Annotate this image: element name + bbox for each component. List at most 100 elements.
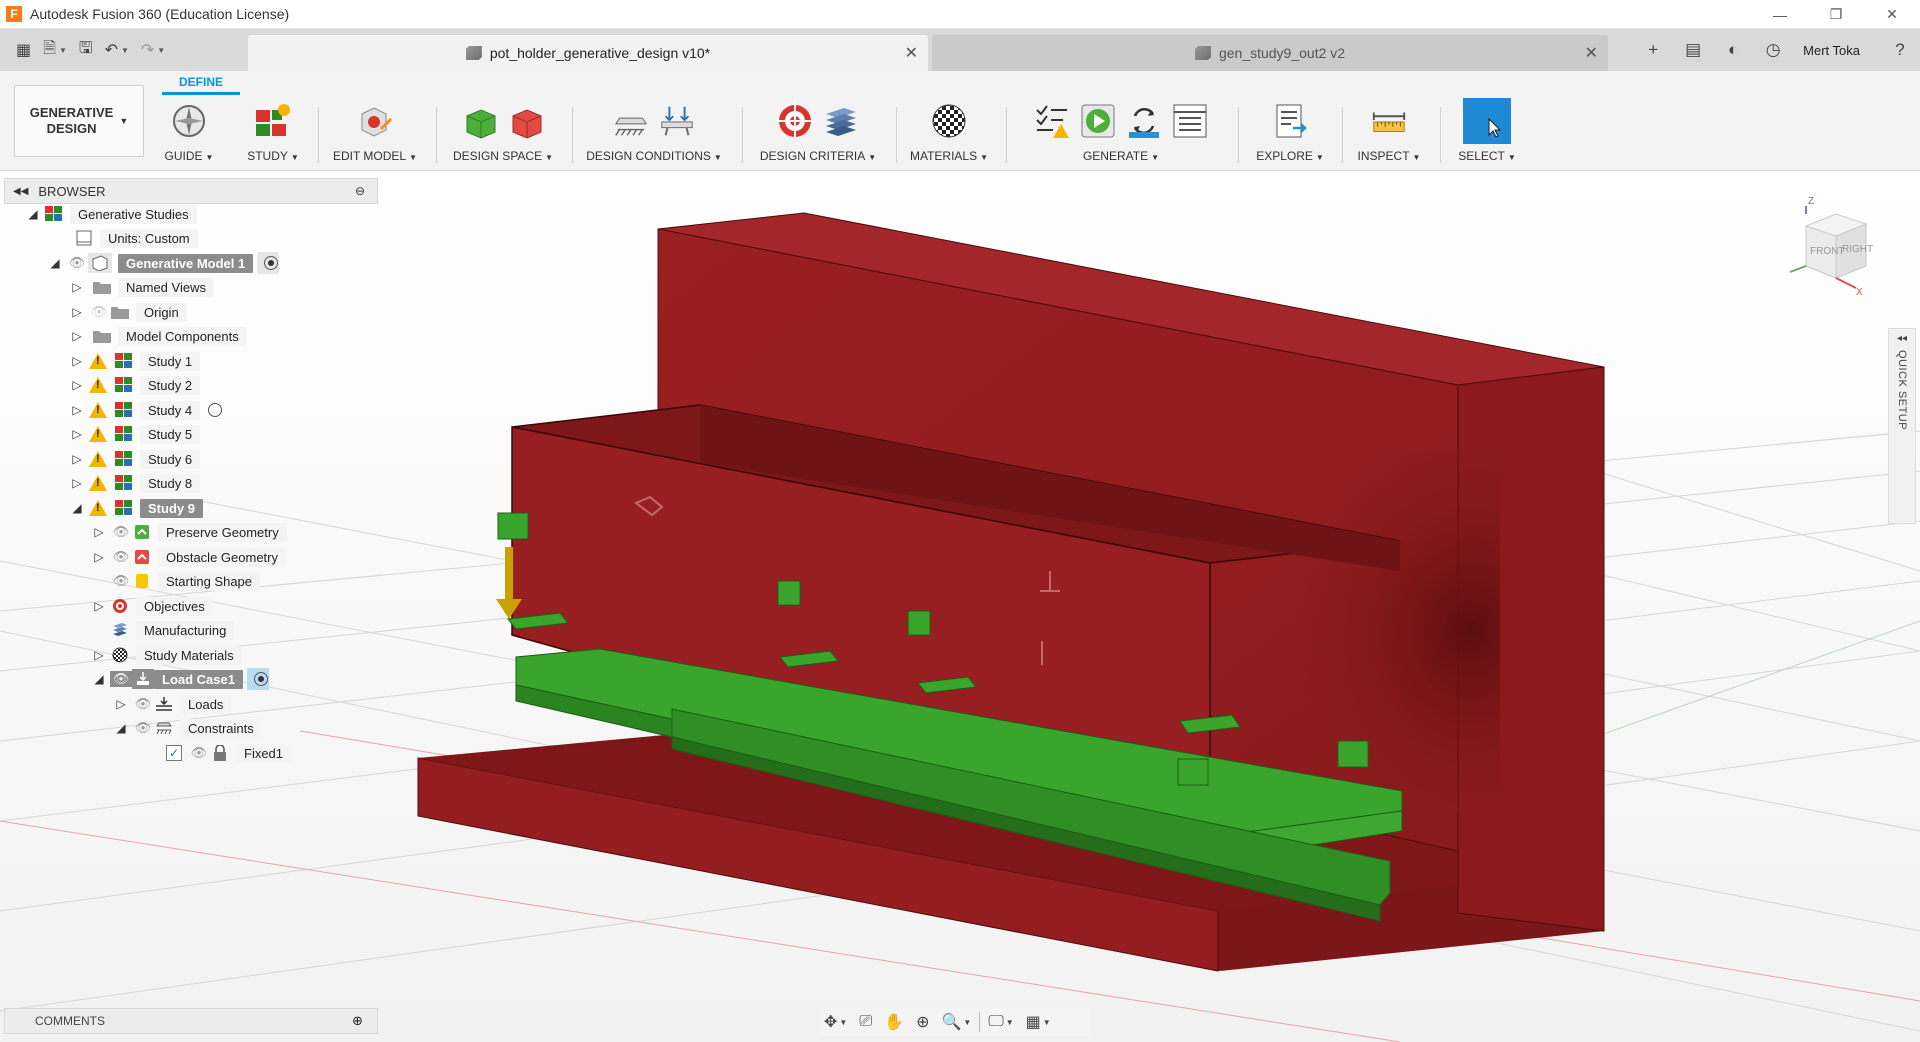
expand-triangle-icon[interactable]: ▷ [66, 280, 88, 294]
activate-load-case-radio[interactable] [246, 668, 269, 690]
pin-panel-icon[interactable]: ⊖ [355, 184, 365, 198]
expand-triangle-icon[interactable]: ▷ [88, 648, 110, 662]
display-settings-button[interactable]: 🖵 ▼ [984, 1009, 1017, 1035]
undo-button[interactable]: ↶ ▼ [99, 36, 135, 64]
expand-triangle-icon[interactable]: ▷ [110, 697, 132, 711]
tree-manufacturing[interactable]: Manufacturing [110, 618, 235, 642]
browser-header[interactable]: ◀◀ BROWSER ⊖ [4, 178, 378, 204]
ribbon-group-design-criteria[interactable]: DESIGN CRITERIA ▼ [756, 99, 880, 169]
collapse-triangle-icon[interactable]: ◢ [44, 256, 66, 270]
tree-fixed-1[interactable]: ✓ 👁 Fixed1 [166, 741, 292, 765]
redo-button[interactable]: ↷ ▼ [135, 36, 171, 64]
tree-generative-model-1[interactable]: ◢ 👁 Generative Model 1 [44, 251, 280, 275]
expand-triangle-icon[interactable]: ▷ [66, 427, 88, 441]
tree-starting-shape[interactable]: 👁 Starting Shape [110, 569, 261, 593]
add-comment-icon[interactable]: ⊕ [352, 1013, 363, 1029]
visibility-eye-icon[interactable]: 👁 [132, 720, 154, 736]
file-menu-button[interactable]: 🗎 ▼ [37, 36, 73, 64]
tab-define[interactable]: DEFINE [162, 75, 240, 95]
expand-triangle-icon[interactable]: ▷ [66, 476, 88, 490]
tree-obstacle-geometry[interactable]: ▷ 👁 Obstacle Geometry [88, 545, 286, 569]
grid-settings-button[interactable]: ▦ ▼ [1022, 1009, 1055, 1035]
tree-load-case-1[interactable]: ◢ 👁 Load Case1 [88, 667, 269, 691]
tree-study-6[interactable]: ▷ Study 6 [66, 447, 201, 471]
quick-setup-panel-tab[interactable]: ◂◂ QUICK SETUP [1888, 328, 1916, 524]
ribbon-group-select[interactable]: SELECT ▼ [1454, 98, 1520, 169]
collapse-triangle-icon[interactable]: ◢ [66, 501, 88, 515]
expand-triangle-icon[interactable]: ▷ [66, 329, 88, 343]
tree-objectives[interactable]: ▷ Objectives [88, 594, 213, 618]
tree-origin[interactable]: ▷ 👁 Origin [66, 300, 187, 324]
tree-loads[interactable]: ▷ 👁 Loads [110, 692, 232, 716]
tree-generative-studies[interactable]: ◢ Generative Studies [22, 202, 197, 226]
ribbon-group-explore[interactable]: EXPLORE ▼ [1252, 99, 1328, 169]
expand-triangle-icon[interactable]: ▷ [88, 599, 110, 613]
ribbon-group-design-conditions[interactable]: DESIGN CONDITIONS ▼ [584, 99, 724, 169]
comments-bar[interactable]: COMMENTS ⊕ [4, 1008, 378, 1034]
save-button[interactable]: 🖫 [73, 36, 99, 64]
activate-radio[interactable] [257, 252, 280, 274]
new-tab-button[interactable]: + [1633, 29, 1673, 71]
tree-units[interactable]: Units: Custom [74, 226, 198, 250]
collapse-triangle-icon[interactable]: ◢ [110, 721, 132, 735]
tree-study-9[interactable]: ◢ Study 9 [66, 496, 203, 520]
cube-face-right[interactable]: RIGHT [1842, 244, 1873, 255]
ribbon-group-guide[interactable]: GUIDE ▼ [165, 99, 213, 169]
zoom-button[interactable]: ⊕ [912, 1009, 933, 1035]
view-cube[interactable]: Z X FRONT RIGHT [1786, 196, 1886, 298]
visibility-eye-icon[interactable]: 👁 [110, 524, 132, 540]
ribbon-group-design-space[interactable]: DESIGN SPACE ▼ [450, 99, 556, 169]
tree-constraints[interactable]: ◢ 👁 Constraints [110, 716, 262, 740]
restore-button[interactable]: ❐ [1808, 0, 1864, 29]
fixed1-checkbox[interactable]: ✓ [166, 745, 182, 761]
job-status-icon[interactable]: ◐ [1713, 29, 1753, 71]
visibility-eye-icon[interactable]: 👁 [188, 745, 210, 761]
ribbon-group-study[interactable]: STUDY ▼ [246, 99, 300, 169]
expand-triangle-icon[interactable]: ▷ [88, 550, 110, 564]
tree-preserve-geometry[interactable]: ▷ 👁 Preserve Geometry [88, 520, 287, 544]
expand-triangle-icon[interactable]: ▷ [66, 305, 88, 319]
close-window-button[interactable]: ✕ [1864, 0, 1920, 29]
tree-study-4[interactable]: ▷ Study 4 [66, 398, 223, 422]
data-panel-grid-icon[interactable]: ▦ [10, 36, 37, 64]
visibility-eye-icon[interactable]: 👁 [110, 549, 132, 565]
fit-button[interactable]: 🔍 ▼ [937, 1009, 975, 1035]
tree-study-8[interactable]: ▷ Study 8 [66, 471, 201, 495]
tree-named-views[interactable]: ▷ Named Views [66, 275, 214, 299]
tab-gen-study9[interactable]: gen_study9_out2 v2 ✕ [932, 35, 1608, 71]
tree-study-5[interactable]: ▷ Study 5 [66, 422, 201, 446]
history-clock-icon[interactable]: ◷ [1753, 29, 1793, 71]
visibility-eye-icon[interactable]: 👁 [132, 696, 154, 712]
visibility-eye-icon[interactable]: 👁 [110, 671, 132, 687]
expand-triangle-icon[interactable]: ▷ [66, 403, 88, 417]
close-tab-icon[interactable]: ✕ [905, 43, 918, 63]
visibility-eye-icon[interactable]: 👁 [110, 573, 132, 589]
expand-triangle-icon[interactable]: ▷ [66, 452, 88, 466]
collapse-triangle-icon[interactable]: ◢ [88, 672, 110, 686]
cube-face-front[interactable]: FRONT [1810, 246, 1844, 257]
tree-study-materials[interactable]: ▷ Study Materials [88, 643, 242, 667]
hidden-eye-icon[interactable]: 👁 [88, 304, 110, 320]
minimize-button[interactable]: — [1752, 0, 1808, 29]
close-tab-icon[interactable]: ✕ [1585, 43, 1598, 63]
look-at-button[interactable]: ⎚ [855, 1009, 876, 1035]
ribbon-group-materials[interactable]: MATERIALS ▼ [906, 99, 992, 169]
tab-pot-holder-design[interactable]: pot_holder_generative_design v10* ✕ [248, 35, 928, 71]
orbit-button[interactable]: ✥ ▼ [820, 1009, 851, 1035]
collapse-triangle-icon[interactable]: ◢ [22, 207, 44, 221]
ribbon-group-inspect[interactable]: INSPECT ▼ [1354, 99, 1424, 169]
tree-study-1[interactable]: ▷ Study 1 [66, 349, 201, 373]
expand-triangle-icon[interactable]: ▷ [66, 354, 88, 368]
expand-triangle-icon[interactable]: ▷ [66, 378, 88, 392]
pan-button[interactable]: ✋ [880, 1009, 908, 1035]
user-account-menu[interactable]: Mert Toka [1793, 43, 1880, 58]
help-icon[interactable]: ? [1880, 29, 1920, 71]
tree-model-components[interactable]: ▷ Model Components [66, 324, 247, 348]
workspace-switcher-button[interactable]: GENERATIVE DESIGN ▼ [14, 85, 144, 157]
activate-study-radio[interactable] [208, 403, 223, 417]
collapse-panel-icon[interactable]: ◀◀ [13, 186, 28, 197]
ribbon-group-generate[interactable]: GENERATE ▼ [1018, 99, 1224, 169]
ribbon-group-edit-model[interactable]: EDIT MODEL ▼ [330, 99, 420, 169]
visibility-eye-icon[interactable]: 👁 [66, 255, 88, 271]
notifications-icon[interactable]: ▤ [1673, 29, 1713, 71]
